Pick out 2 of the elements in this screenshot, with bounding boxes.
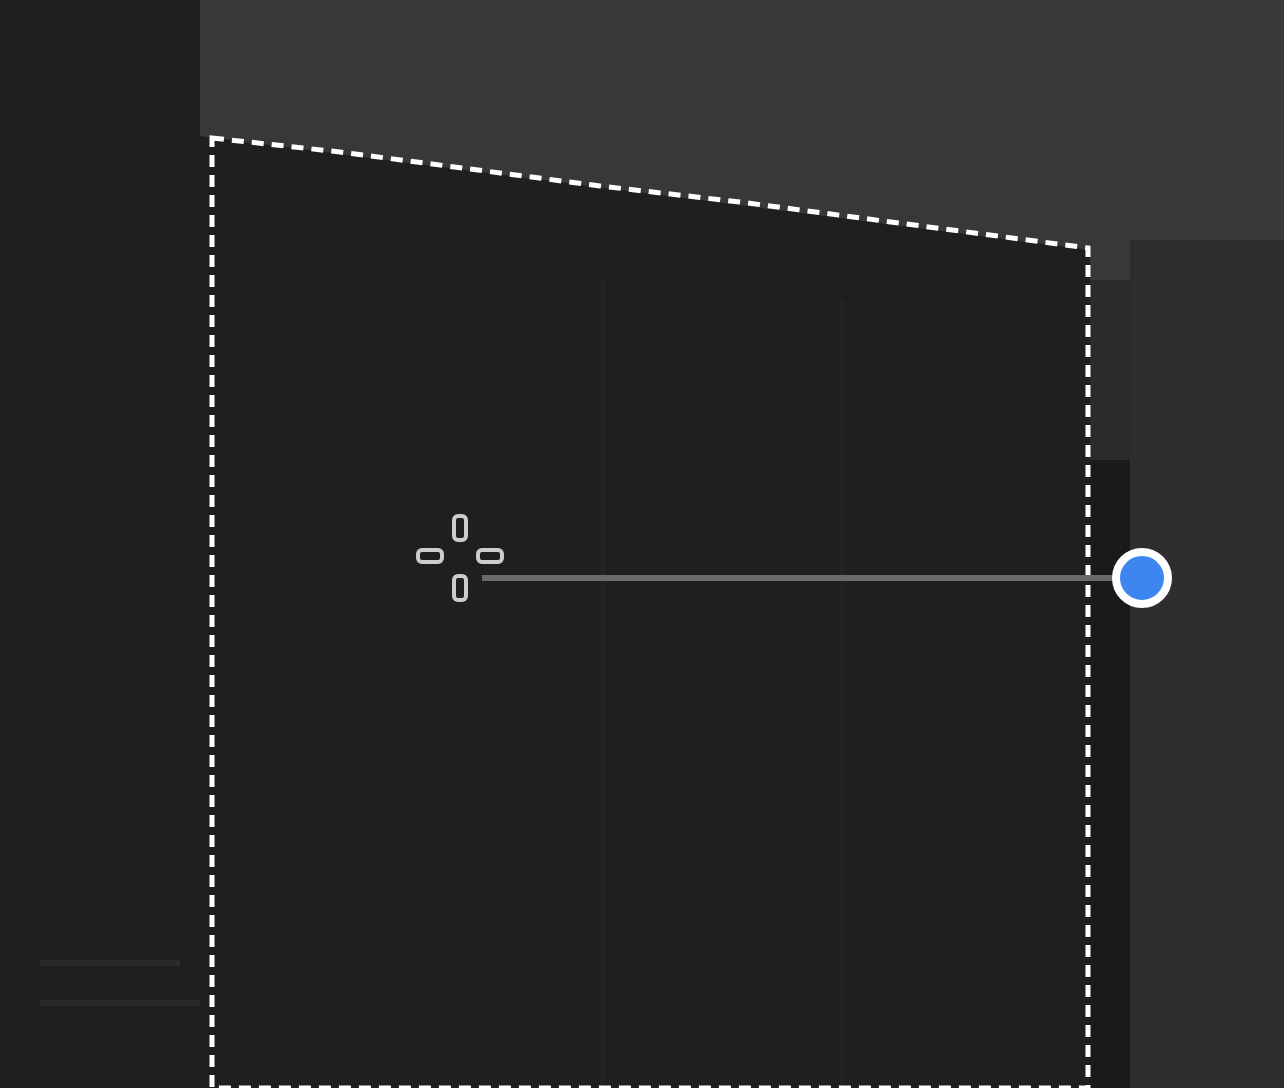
move-cursor-icon <box>416 514 504 602</box>
rotate-handle[interactable] <box>1112 548 1172 608</box>
